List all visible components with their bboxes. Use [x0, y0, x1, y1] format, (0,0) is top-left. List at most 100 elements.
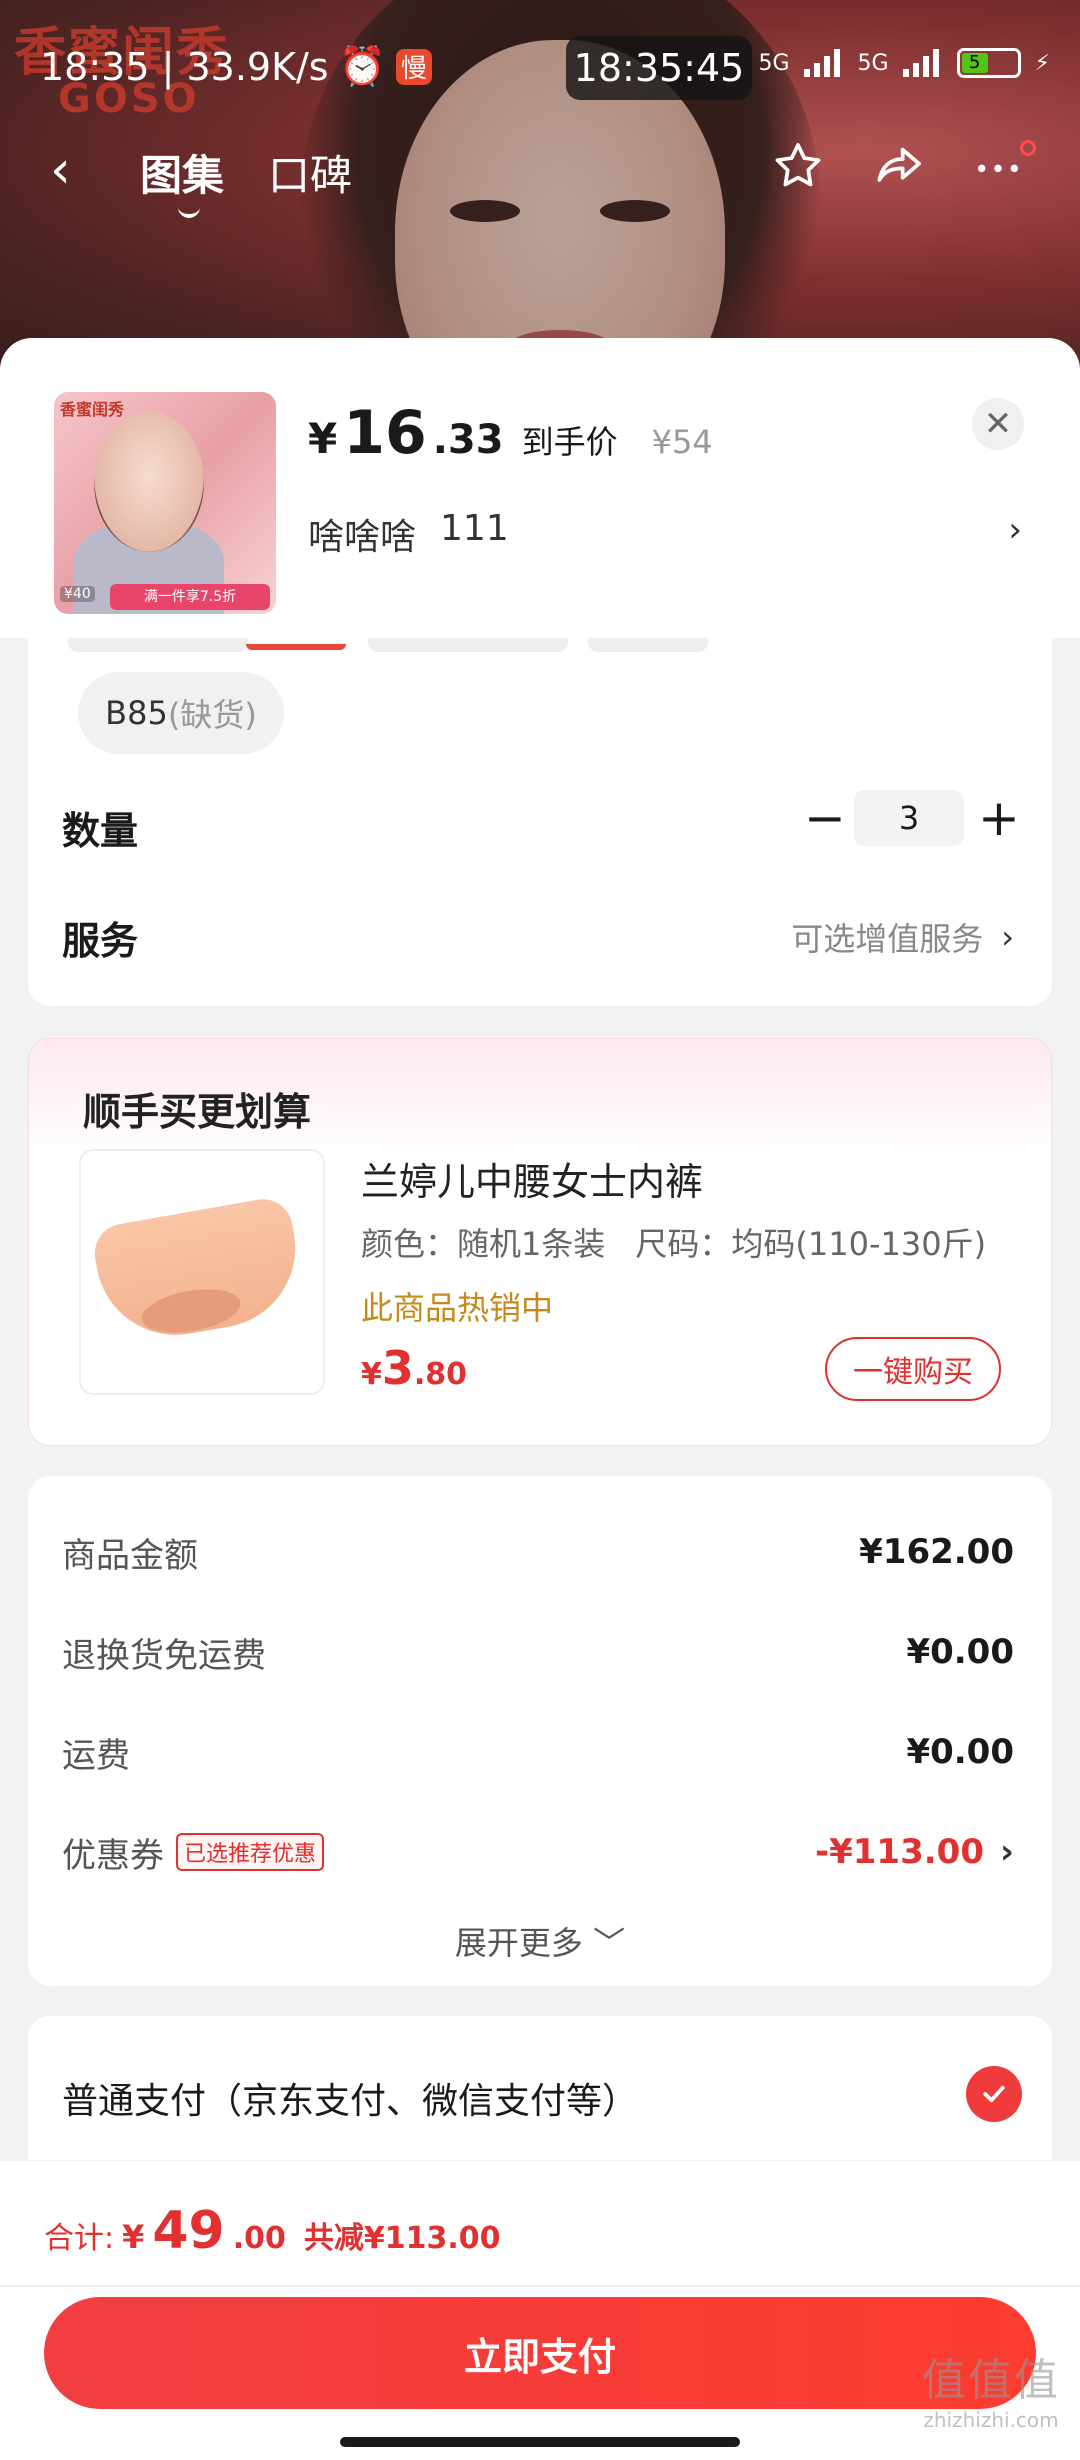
status-left: 18:35 | 33.9K/s ⏰ 慢: [40, 44, 432, 89]
status-time-speed: 18:35 | 33.9K/s: [40, 44, 329, 89]
amount-value: ¥0.00: [906, 1632, 1014, 1672]
quantity-label: 数量: [62, 809, 139, 853]
upsell-product-name[interactable]: 兰婷儿中腰女士内裤: [361, 1151, 703, 1206]
pay-now-button[interactable]: 立即支付: [44, 2297, 1036, 2409]
size-chip-peek: [588, 638, 708, 652]
size-chip-label: B85: [105, 694, 168, 732]
amount-row-goods: 商品金额 ¥162.00: [62, 1522, 1014, 1582]
amount-label: 退换货免运费: [62, 1635, 266, 1676]
amount-value: ¥162.00: [859, 1532, 1014, 1572]
upsell-price-decimal: .80: [413, 1357, 468, 1392]
size-chip-peek: [368, 638, 568, 652]
quantity-input[interactable]: 3: [854, 790, 964, 846]
tab-gallery[interactable]: 图集: [140, 142, 224, 218]
spec-name: 啥啥啥: [308, 517, 417, 558]
quantity-increase-button[interactable]: +: [974, 788, 1024, 848]
original-price: ¥54: [651, 423, 713, 461]
amount-value: -¥113.00: [815, 1832, 984, 1872]
amount-label: 商品金额: [62, 1535, 198, 1576]
total-label: 合计:: [44, 2221, 115, 2256]
close-icon[interactable]: ✕: [972, 398, 1024, 450]
price-decimal: .33: [432, 417, 504, 463]
expand-more-label: 展开更多: [454, 1924, 583, 1962]
total-currency: ¥: [122, 2218, 145, 2256]
status-clock: 18:35:45: [566, 36, 752, 100]
checkmark-icon[interactable]: [966, 2066, 1022, 2122]
size-chip-peek: [68, 638, 248, 652]
selected-spec[interactable]: 啥啥啥 111: [308, 508, 509, 560]
tab-reviews[interactable]: 口碑: [268, 142, 352, 203]
total-amount: 合计: ¥ 49 .00 共减¥113.00: [44, 2201, 501, 2261]
charging-icon: ⚡: [1034, 50, 1050, 76]
upsell-hot-label: 此商品热销中: [361, 1289, 554, 1327]
price-row: ¥ 16 .33 到手价 ¥54: [308, 398, 713, 468]
alarm-icon: ⏰: [338, 44, 386, 88]
coupon-recommended-tag: 已选推荐优惠: [176, 1833, 325, 1871]
out-of-stock-label: (缺货): [167, 696, 257, 734]
upsell-attr-color: 颜色：随机1条装: [361, 1225, 606, 1263]
amount-row-coupon[interactable]: 优惠券 已选推荐优惠 -¥113.00 ›: [62, 1822, 1014, 1882]
service-label: 服务: [62, 919, 139, 963]
network-label: 5G: [758, 50, 790, 76]
quantity-decrease-button[interactable]: −: [800, 788, 850, 848]
size-chip-b85[interactable]: B85 (缺货): [78, 672, 284, 754]
network-label-2: 5G: [857, 50, 889, 76]
chevron-right-icon: ›: [1001, 918, 1014, 956]
purchase-sheet: 香蜜闺秀 ¥40 满一件享7.5折 ¥ 16 .33 到手价 ¥54 啥啥啥 1…: [0, 338, 1080, 2460]
watermark-url: zhizhizhi.com: [923, 2408, 1059, 2432]
coupon-value-group: -¥113.00 ›: [815, 1832, 1014, 1872]
checkout-bar: 合计: ¥ 49 .00 共减¥113.00 立即支付 值值值 zhizhizh…: [0, 2160, 1080, 2460]
chevron-right-icon: ›: [999, 1832, 1014, 1872]
upsell-attributes: 颜色：随机1条装 尺码：均码(110-130斤): [361, 1219, 986, 1265]
price-integer: 16: [343, 398, 427, 468]
amount-row-return-shipping: 退换货免运费 ¥0.00: [62, 1622, 1014, 1682]
upsell-product-image[interactable]: [79, 1149, 325, 1395]
amount-label: 优惠券: [62, 1835, 164, 1876]
thumb-banner: 满一件享7.5折: [110, 584, 270, 610]
slow-badge: 慢: [395, 48, 432, 85]
upsell-price-integer: 3: [381, 1341, 414, 1395]
total-integer: 49: [152, 2201, 225, 2261]
favorite-star-icon[interactable]: [766, 134, 830, 198]
watermark: 值值值 zhizhizhi.com: [922, 2344, 1060, 2432]
sheet-header: 香蜜闺秀 ¥40 满一件享7.5折 ¥ 16 .33 到手价 ¥54 啥啥啥 1…: [0, 338, 1080, 638]
thumb-badge: ¥40: [60, 586, 95, 602]
one-click-buy-button[interactable]: 一键购买: [825, 1337, 1001, 1401]
total-discount: 共减¥113.00: [303, 2221, 501, 2256]
size-chip-selected-peek: [246, 644, 346, 650]
thumb-figure-face: [94, 412, 204, 552]
battery-level: 5: [961, 53, 988, 73]
service-selector[interactable]: 可选增值服务 ›: [791, 914, 1014, 960]
spec-code: 111: [440, 508, 509, 549]
service-value: 可选增值服务: [791, 920, 984, 958]
signal-icon: [803, 49, 840, 77]
amount-row-shipping: 运费 ¥0.00: [62, 1722, 1014, 1782]
home-indicator[interactable]: [340, 2437, 740, 2447]
divider: [0, 2285, 1080, 2287]
thumb-logo: 香蜜闺秀: [60, 400, 125, 419]
price-currency: ¥: [308, 414, 338, 463]
back-icon[interactable]: ‹: [50, 140, 71, 200]
price-label: 到手价: [521, 423, 618, 461]
payment-method-label[interactable]: 普通支付（京东支付、微信支付等）: [62, 2072, 638, 2124]
total-decimal: .00: [232, 2221, 286, 2256]
amounts-card: 商品金额 ¥162.00 退换货免运费 ¥0.00 运费 ¥0.00 优惠券 已…: [28, 1476, 1052, 1986]
top-nav: ‹ 图集 口碑: [0, 130, 1080, 218]
watermark-logo: 值值值: [922, 2355, 1060, 2406]
share-icon[interactable]: [866, 134, 930, 198]
upsell-price-currency: ¥: [361, 1357, 382, 1392]
status-right: 5G 5G 5 ⚡: [758, 48, 1050, 78]
battery-icon: 5: [956, 48, 1021, 78]
amount-label: 运费: [62, 1735, 130, 1776]
chevron-right-icon[interactable]: ›: [1008, 510, 1022, 550]
upsell-price: ¥ 3 .80: [361, 1341, 467, 1395]
expand-more-button[interactable]: 展开更多 ﹀: [28, 1918, 1052, 1964]
signal-icon-2: [902, 49, 939, 77]
options-card: B85 (缺货) 数量 − 3 + 服务 可选增值服务 ›: [28, 578, 1052, 1006]
amount-value: ¥0.00: [906, 1732, 1014, 1772]
product-thumbnail: 香蜜闺秀 ¥40 满一件享7.5折: [54, 392, 276, 614]
upsell-card: 顺手买更划算 兰婷儿中腰女士内裤 颜色：随机1条装 尺码：均码(110-130斤…: [28, 1038, 1052, 1446]
chevron-down-icon: ﹀: [593, 1924, 626, 1962]
notification-dot: [1020, 140, 1036, 156]
upsell-attr-size: 尺码：均码(110-130斤): [635, 1225, 987, 1263]
